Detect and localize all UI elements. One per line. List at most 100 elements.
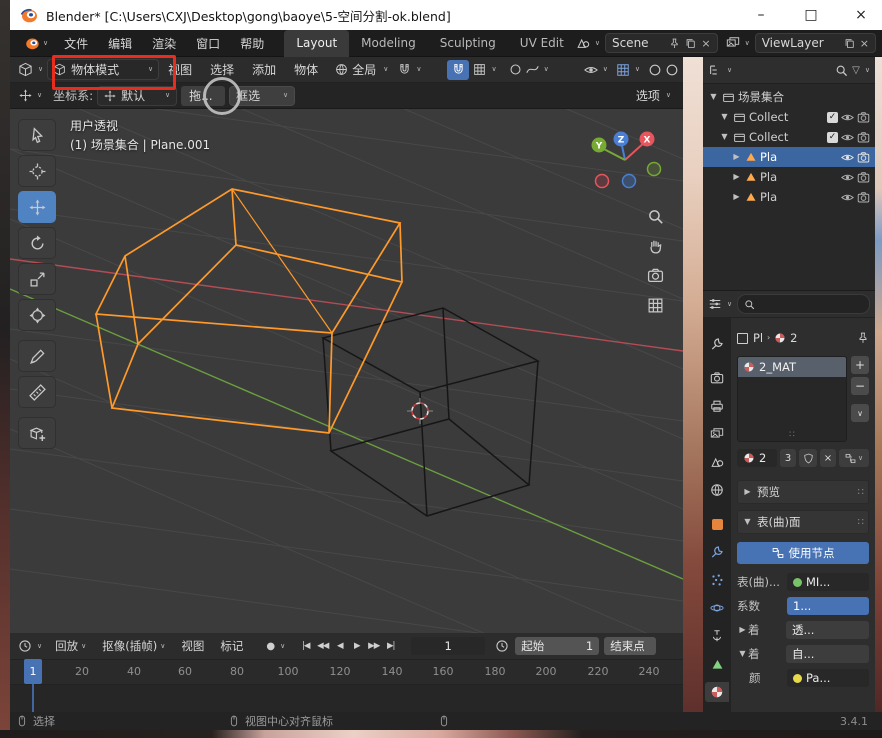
snap-toggle[interactable] [447,60,469,80]
gizmo-neg-x-axis[interactable] [596,175,609,188]
collection-checkbox[interactable]: ✓ [827,112,838,123]
pan-hand-icon[interactable] [644,235,666,257]
eye-icon[interactable] [841,151,854,164]
options-dropdown[interactable]: 选项 ∨ [636,87,677,104]
scene-browse-button[interactable]: ∨ [576,36,600,50]
menu-window[interactable]: 窗口 [186,30,230,56]
measure-tool[interactable] [18,376,56,408]
fake-user-button[interactable] [799,449,817,467]
proportional-falloff-dropdown[interactable]: ∨ [526,63,549,76]
maximize-button[interactable]: □ [790,0,832,30]
current-frame-field[interactable]: 1 [411,637,485,655]
pin-icon[interactable] [857,332,869,344]
drag-button[interactable]: 拖... [181,86,225,106]
tab-layout[interactable]: Layout [284,30,349,57]
filter-dropdown[interactable]: ▽ ∨ [852,65,870,76]
viewlayer-selector[interactable]: ViewLayer × [755,33,876,53]
add-cube-tool[interactable] [18,417,56,449]
rotate-tool[interactable] [18,227,56,259]
menu-object[interactable]: 物体 [285,57,327,82]
preview-panel-header[interactable]: ▶ 预览 ∷ [737,480,869,504]
orientation-dropdown[interactable]: 全局 ∨ [335,61,388,78]
tab-scene[interactable] [705,452,729,472]
list-grip[interactable]: ∷ [738,431,846,440]
expand-icon[interactable]: ▼ [719,113,730,121]
breadcrumb-object[interactable]: Pl [753,331,763,345]
active-tool-button[interactable]: ∨ [16,89,45,102]
menu-edit[interactable]: 编辑 [98,30,142,56]
camera-view-icon[interactable] [644,264,666,286]
outliner-row-collection-2[interactable]: ▼ Collect ✓ [703,127,875,147]
nav-gizmo[interactable]: Z X Y [592,132,661,188]
transform-tool[interactable] [18,299,56,331]
tab-view-layer[interactable] [705,424,729,444]
search-icon[interactable] [835,64,848,77]
menu-select[interactable]: 选择 [201,57,243,82]
camera-icon[interactable] [857,191,870,204]
menu-help[interactable]: 帮助 [230,30,274,56]
camera-icon[interactable] [857,111,870,124]
move-tool[interactable] [18,191,56,223]
timeline-editor-type-button[interactable]: ∨ [14,639,46,653]
expand-icon[interactable]: ▶ [731,153,742,161]
node-link-dropdown[interactable]: ∨ [839,449,869,467]
eye-icon[interactable] [841,131,854,144]
snap-settings-dropdown[interactable]: ∨ [473,63,496,76]
remove-viewlayer-icon[interactable]: × [860,37,869,50]
surface-shader-dropdown[interactable]: MI... [787,573,869,591]
eye-icon[interactable] [841,171,854,184]
tab-modeling[interactable]: Modeling [349,30,428,57]
tab-constraints[interactable] [705,626,729,646]
cursor-tool[interactable] [18,155,56,187]
shader-1-dropdown[interactable]: 透... [786,621,869,639]
tab-output[interactable] [705,396,729,416]
shading-mode-buttons[interactable] [648,63,679,77]
factor-slider[interactable]: 1... [787,597,869,615]
surface-panel-header[interactable]: ▼ 表(曲)面 ∷ [737,510,869,534]
collection-checkbox[interactable]: ✓ [827,132,838,143]
jump-to-start-button[interactable]: |◀ [297,641,314,651]
expand-icon[interactable]: ▶ [731,173,742,181]
annotate-tool[interactable] [18,340,56,372]
outliner-row-collection-1[interactable]: ▼ Collect ✓ [703,107,875,127]
add-slot-button[interactable]: + [851,356,869,374]
camera-icon[interactable] [857,171,870,184]
properties-search-input[interactable] [737,294,870,314]
wireframe-box-selected[interactable] [96,189,402,433]
timeline-track-area[interactable] [10,685,683,712]
properties-editor-type-button[interactable]: ∨ [708,297,732,311]
unlink-material-button[interactable]: × [820,449,836,467]
expand-icon[interactable]: ▶ [731,193,742,201]
tab-uv-edit[interactable]: UV Edit [508,30,576,57]
collapse-icon[interactable]: ▶ [737,626,748,634]
viewport-3d[interactable]: Z X Y 用户透视 (1) 场景集合 | Plane.001 [10,109,683,633]
tab-object-data[interactable] [705,654,729,674]
select-mode-dropdown[interactable]: 框选 ∨ [229,86,295,106]
menu-marker[interactable]: 标记 [213,633,250,659]
wireframe-box-unselected[interactable] [323,308,538,516]
menu-add[interactable]: 添加 [243,57,285,82]
ortho-grid-icon[interactable] [644,294,666,316]
select-box-tool[interactable] [18,119,56,151]
clock-icon[interactable] [495,639,509,653]
editor-type-button[interactable]: ∨ [14,62,47,77]
unlink-scene-icon[interactable]: × [701,37,710,50]
tab-particles[interactable] [705,570,729,590]
users-count-button[interactable]: 3 [780,449,796,467]
play-reverse-button[interactable]: ◀ [331,641,348,651]
color-value-dropdown[interactable]: Pa... [787,669,869,687]
collapse-icon[interactable]: ▼ [737,650,748,658]
zoom-icon[interactable] [644,205,666,227]
pin-icon[interactable] [669,38,680,49]
tab-physics[interactable] [705,598,729,618]
menu-render[interactable]: 渲染 [142,30,186,56]
menu-view[interactable]: 视图 [159,57,201,82]
play-button[interactable]: ▶ [348,641,365,651]
gizmo-neg-y-axis[interactable] [648,163,661,176]
snap-dropdown[interactable]: ∨ [398,63,421,76]
expand-icon[interactable]: ▼ [708,93,719,101]
tab-object[interactable] [705,514,729,534]
viewport-canvas[interactable]: Z X Y [10,109,683,633]
gizmo-neg-z-axis[interactable] [623,175,636,188]
tab-render[interactable] [705,368,729,388]
